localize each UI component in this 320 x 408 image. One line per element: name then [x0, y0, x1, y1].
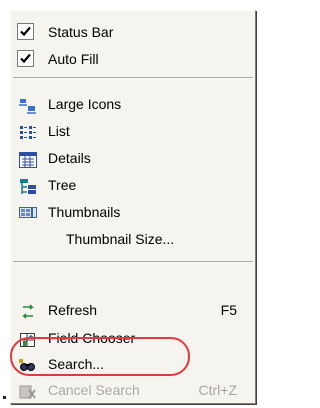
refresh-icon [19, 302, 37, 319]
menu-item-label: Cancel Search [48, 382, 140, 398]
menu-item-search[interactable]: Search... [13, 351, 253, 377]
menu-item-refresh[interactable]: Refresh F5 [13, 297, 253, 323]
menu-item-label: Large Icons [48, 96, 122, 112]
menu-item-label: List [48, 123, 70, 139]
menu-item-status-bar[interactable]: Status Bar [13, 19, 253, 45]
menu-item-label: Auto Fill [48, 51, 99, 67]
thumbnails-icon [19, 204, 37, 220]
field-chooser-icon [19, 330, 37, 347]
menu-item-large-icons[interactable]: Large Icons [13, 91, 253, 117]
menu-separator [13, 77, 253, 79]
menu-item-label: Thumbnail Size... [66, 231, 175, 247]
menu-item-label: Field Chooser [48, 330, 136, 346]
menu-item-shortcut: Ctrl+Z [198, 382, 238, 398]
view-menu: Status Bar Auto Fill Large Icons List De… [10, 10, 256, 404]
checkmark-icon [17, 23, 34, 40]
menu-item-label: Details [48, 150, 91, 166]
cancel-search-icon [19, 382, 37, 399]
menu-item-thumbnail-size[interactable]: Thumbnail Size... [13, 226, 253, 252]
menu-item-label: Search... [48, 356, 105, 372]
menu-item-shortcut: F5 [220, 302, 237, 318]
search-icon [19, 356, 37, 372]
list-icon [19, 123, 37, 139]
menu-item-list[interactable]: List [13, 118, 253, 144]
tree-icon [19, 177, 37, 194]
menu-item-tree[interactable]: Tree [13, 172, 253, 198]
large-icons-icon [19, 96, 37, 114]
cursor-dot [3, 396, 6, 399]
menu-item-label: Status Bar [48, 24, 114, 40]
menu-item-cancel-search: Cancel Search Ctrl+Z [13, 377, 253, 403]
menu-item-label: Refresh [48, 302, 98, 318]
menu-item-field-chooser[interactable]: Field Chooser [13, 325, 253, 351]
menu-item-label: Tree [48, 177, 77, 193]
details-icon [19, 150, 37, 168]
checkmark-icon [17, 50, 34, 67]
menu-item-thumbnails[interactable]: Thumbnails [13, 199, 253, 225]
menu-item-label: Thumbnails [48, 204, 121, 220]
menu-item-details[interactable]: Details [13, 145, 253, 171]
menu-separator [13, 261, 253, 263]
menu-item-auto-fill[interactable]: Auto Fill [13, 46, 253, 72]
